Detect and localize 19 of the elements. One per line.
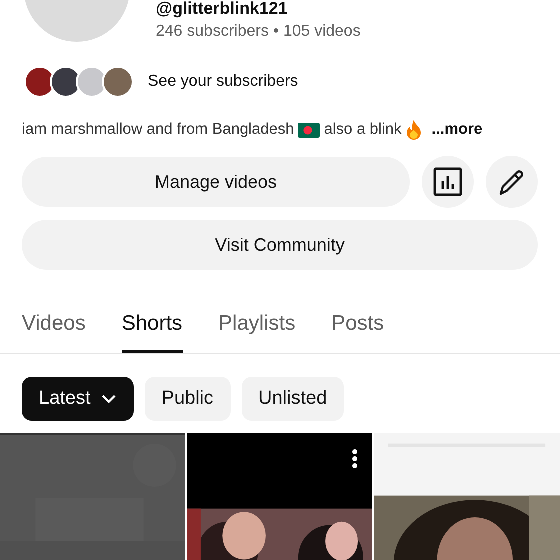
visit-community-button[interactable]: Visit Community <box>22 220 538 270</box>
more-options-icon[interactable] <box>352 449 358 469</box>
tab[interactable]: Shorts <box>122 300 183 353</box>
filter-chip[interactable]: Unlisted <box>242 377 344 421</box>
channel-handle: @glitterblink121 <box>156 0 289 18</box>
see-subscribers-link[interactable]: See your subscribers <box>148 73 298 91</box>
tab[interactable]: Playlists <box>218 300 296 353</box>
filter-chip[interactable]: Latest <box>22 377 134 421</box>
fire-icon <box>406 120 422 140</box>
manage-videos-button[interactable]: Manage videos <box>22 157 410 207</box>
tab[interactable]: Posts <box>332 300 384 353</box>
filter-chip[interactable]: Public <box>144 377 231 421</box>
flag-icon <box>298 122 320 138</box>
description-text: also a blink <box>324 121 402 139</box>
description-text: iam marshmallow and from Bangladesh <box>22 121 294 139</box>
more-link[interactable]: ...more <box>432 121 483 139</box>
bar-chart-icon <box>433 167 463 197</box>
tab[interactable]: Videos <box>22 300 86 353</box>
channel-stats: 246 subscribers • 105 videos <box>156 23 361 41</box>
